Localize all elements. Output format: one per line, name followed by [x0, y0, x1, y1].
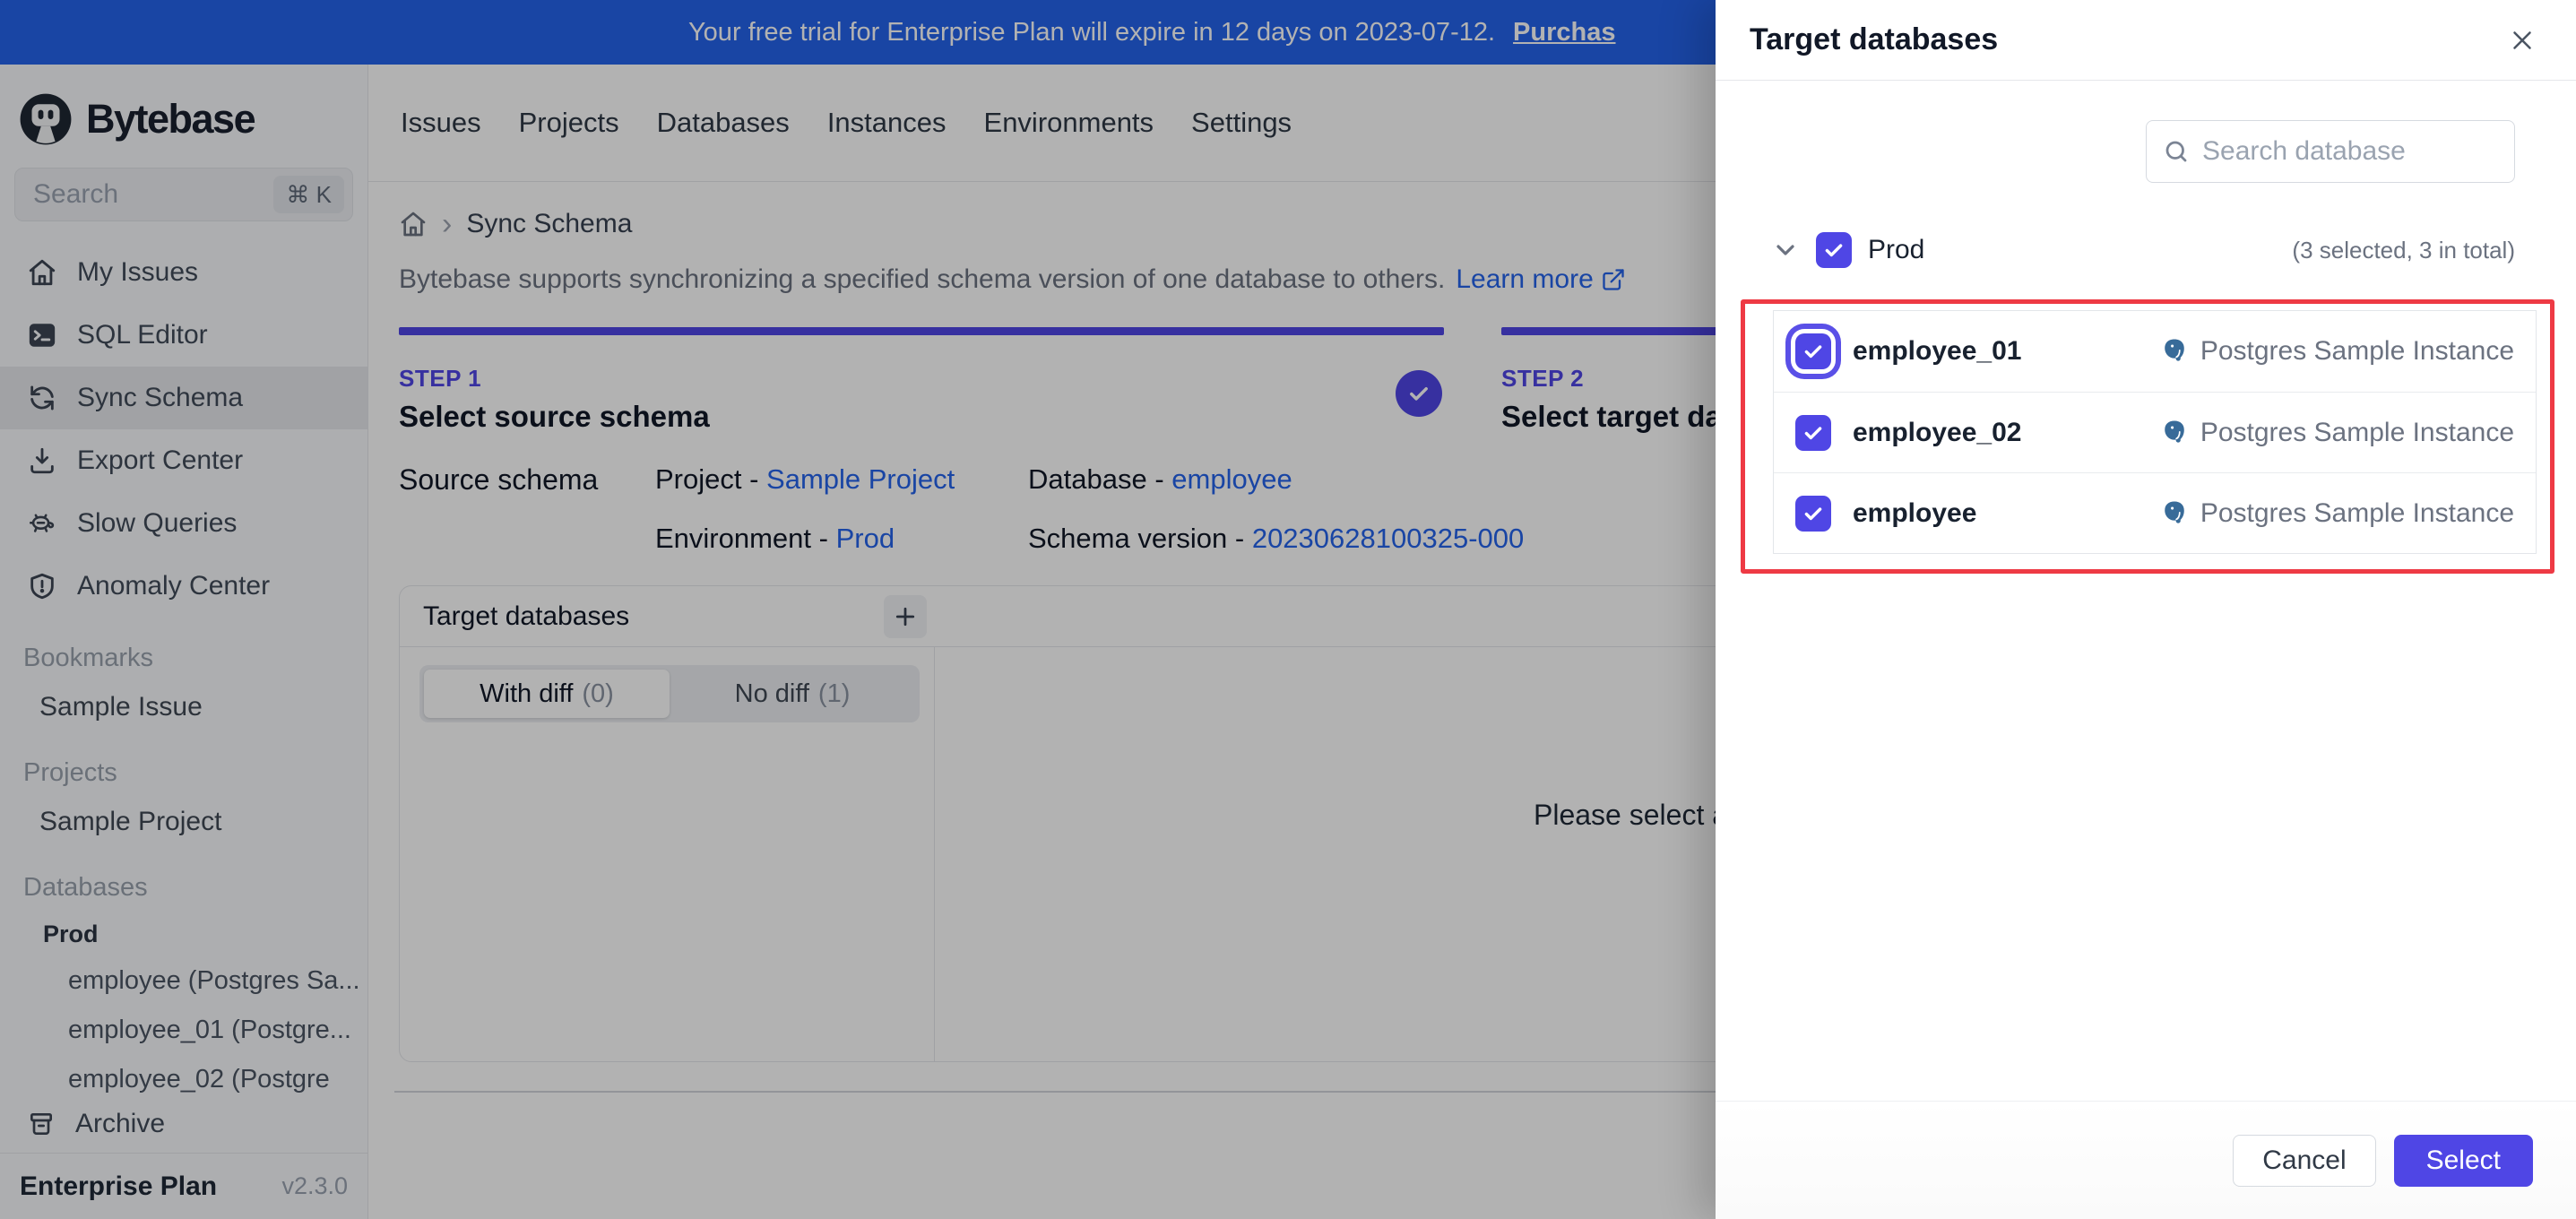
drawer-footer: Cancel Select: [1716, 1101, 2576, 1219]
app-window: Your free trial for Enterprise Plan will…: [0, 0, 2576, 1219]
prod-group-label: Prod: [1868, 235, 1925, 264]
database-search-box[interactable]: [2146, 120, 2515, 183]
chevron-down-icon[interactable]: [1771, 236, 1800, 264]
cancel-button[interactable]: Cancel: [2233, 1134, 2376, 1187]
drawer-header: Target databases: [1716, 0, 2576, 81]
search-icon: [2165, 141, 2187, 162]
drawer-title: Target databases: [1750, 22, 1999, 56]
selection-summary: (3 selected, 3 in total): [2292, 237, 2515, 264]
select-button[interactable]: Select: [2393, 1134, 2533, 1187]
close-icon[interactable]: [2503, 21, 2542, 60]
annotation-highlight-box: [1741, 299, 2554, 574]
environment-group-row[interactable]: Prod: [1771, 229, 1924, 271]
database-search-input[interactable]: [2202, 136, 2498, 167]
target-databases-drawer: Target databases Prod (3 selected, 3 in …: [1716, 0, 2576, 1219]
prod-group-checkbox[interactable]: [1816, 232, 1852, 268]
